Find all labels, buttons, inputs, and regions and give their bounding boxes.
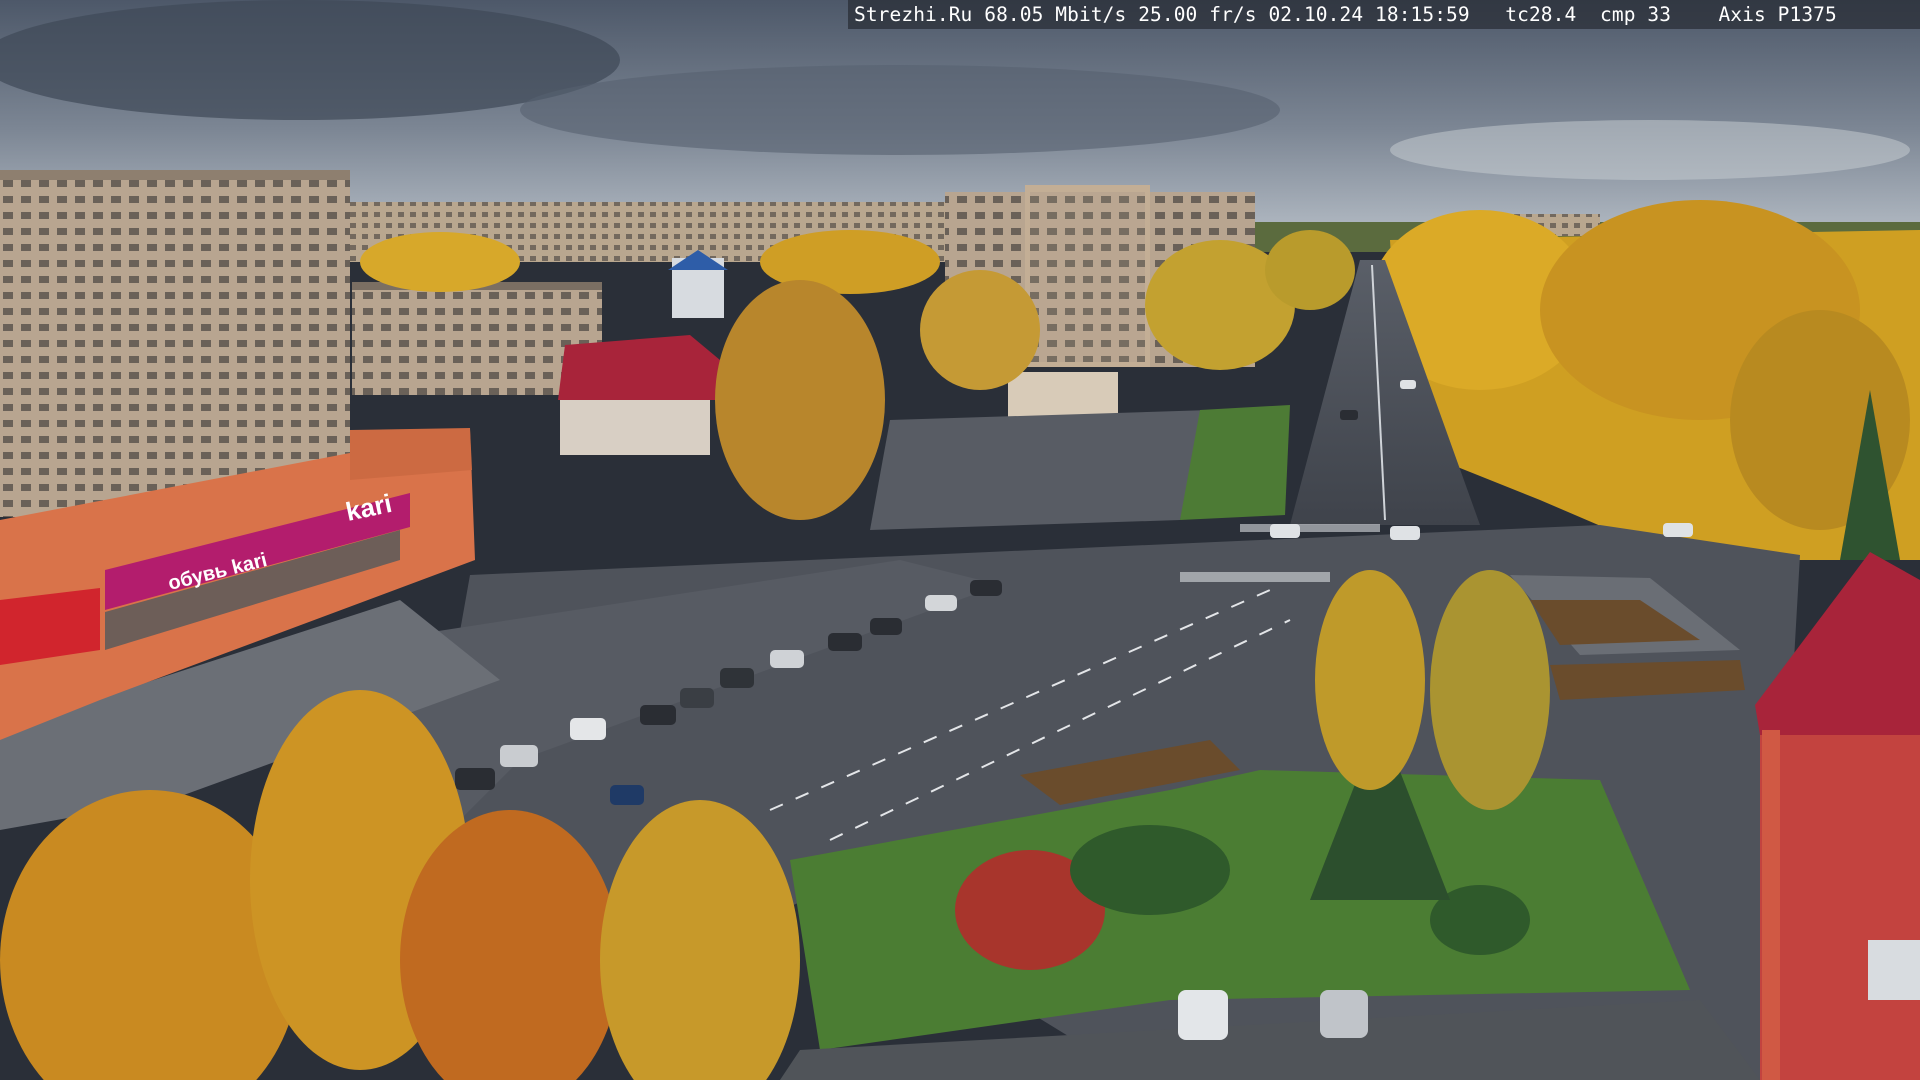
car	[1663, 523, 1693, 537]
car	[1178, 990, 1228, 1040]
camera-info-overlay: Strezhi.Ru 68.05 Mbit/s 25.00 fr/s 02.10…	[848, 0, 1920, 29]
overlay-site: Strezhi.Ru	[854, 3, 973, 26]
crosswalk	[1180, 572, 1330, 582]
car	[680, 688, 714, 708]
foreground-tree	[1430, 570, 1550, 810]
gold-tree	[1265, 230, 1355, 310]
car	[970, 580, 1002, 596]
car	[925, 595, 957, 611]
overlay-framerate: 25.00 fr/s	[1138, 3, 1257, 26]
car	[1390, 526, 1420, 540]
small-plaza-building	[1008, 372, 1118, 420]
car	[1320, 990, 1368, 1038]
central-plaza	[870, 410, 1210, 530]
car	[870, 618, 902, 635]
overlay-model: Axis P1375	[1718, 3, 1837, 26]
overlay-time: 18:15:59	[1375, 3, 1470, 26]
gold-tree	[360, 232, 520, 292]
crosswalk	[1240, 524, 1380, 532]
overlay-bitrate: 68.05 Mbit/s	[984, 3, 1127, 26]
overlay-tc: tc28.4	[1505, 3, 1577, 26]
car	[770, 650, 804, 668]
car	[1270, 524, 1300, 538]
left-apartment-roof	[0, 170, 350, 180]
car	[720, 668, 754, 688]
car	[1400, 380, 1416, 389]
green-shrub	[1070, 825, 1230, 915]
right-red-building	[1760, 720, 1920, 1080]
red-roof-building-wall	[560, 395, 710, 455]
cloud	[1390, 120, 1910, 180]
right-building-window	[1868, 940, 1920, 1000]
car	[500, 745, 538, 767]
red-roof	[558, 335, 720, 400]
overlay-cmp: cmp 33	[1600, 3, 1672, 26]
gold-tree	[920, 270, 1040, 390]
car	[610, 785, 644, 805]
city-scene: kari обувь kari	[0, 0, 1920, 1080]
car	[455, 768, 495, 790]
overlay-date: 02.10.24	[1268, 3, 1364, 26]
car	[828, 633, 862, 651]
car	[570, 718, 606, 740]
cloud	[520, 65, 1280, 155]
car	[640, 705, 676, 725]
foreground-tree	[1315, 570, 1425, 790]
car	[1340, 410, 1358, 420]
right-building-pillar	[1762, 730, 1780, 1080]
central-block-wing-windows	[1030, 192, 1145, 362]
webcam-frame: kari обувь kari Strezhi.Ru 68.05 Mbit/s …	[0, 0, 1920, 1080]
gold-tree	[715, 280, 885, 520]
